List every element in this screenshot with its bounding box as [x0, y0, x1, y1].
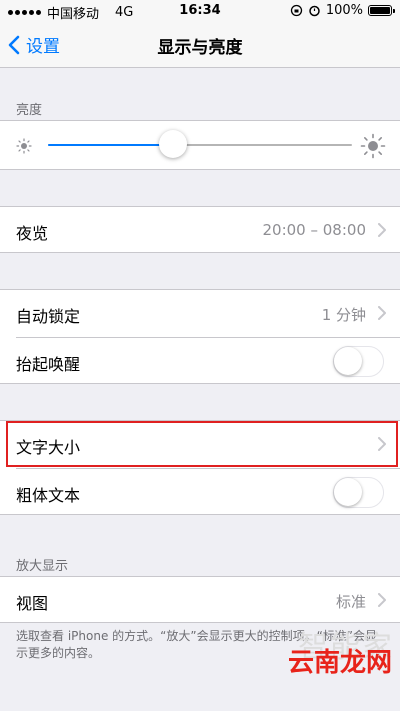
- text-size-label: 文字大小: [16, 438, 81, 457]
- navigation-bar: 设置 显示与亮度: [0, 22, 400, 68]
- raise-to-wake-row: 抬起唤醒: [0, 338, 400, 385]
- text-size-row[interactable]: 文字大小: [0, 421, 400, 468]
- chevron-right-icon: [378, 437, 386, 451]
- view-value: 标准: [335, 593, 366, 611]
- toggle-knob: [334, 478, 362, 506]
- chevron-right-icon: [378, 306, 386, 320]
- status-right: 100%: [290, 3, 395, 18]
- chevron-right-icon: [378, 223, 386, 237]
- view-label: 视图: [16, 594, 49, 613]
- night-shift-row[interactable]: 夜览 20:00 – 08:00: [0, 207, 400, 254]
- battery-icon: [368, 5, 395, 16]
- night-shift-group: 夜览 20:00 – 08:00: [0, 206, 400, 253]
- night-shift-value: 20:00 – 08:00: [262, 221, 367, 239]
- brightness-slider[interactable]: [48, 130, 352, 158]
- auto-lock-label: 自动锁定: [16, 307, 81, 326]
- raise-to-wake-label: 抬起唤醒: [16, 355, 81, 374]
- auto-lock-row[interactable]: 自动锁定 1 分钟: [0, 290, 400, 337]
- brightness-group: [0, 120, 400, 170]
- text-group: 文字大小 粗体文本: [0, 420, 400, 515]
- brightness-slider-fill: [48, 144, 173, 146]
- zoom-header: 放大显示: [16, 559, 69, 574]
- zoom-group: 视图 标准: [0, 576, 400, 623]
- auto-lock-value: 1 分钟: [321, 306, 366, 324]
- alarm-icon: [309, 5, 320, 17]
- watermark-text: 云南龙网: [287, 648, 392, 678]
- night-shift-label: 夜览: [16, 224, 49, 243]
- status-bar: 中国移动 4G 16:34 100%: [0, 0, 400, 22]
- bold-text-row: 粗体文本: [0, 469, 400, 516]
- raise-to-wake-toggle[interactable]: [333, 346, 384, 377]
- bold-text-label: 粗体文本: [16, 486, 81, 505]
- chevron-right-icon: [378, 593, 386, 607]
- bold-text-toggle[interactable]: [333, 477, 384, 508]
- battery-percent: 100%: [325, 3, 363, 18]
- brightness-slider-thumb[interactable]: [158, 130, 187, 158]
- toggle-knob: [334, 347, 362, 375]
- orientation-lock-icon: [290, 4, 302, 17]
- sun-small-icon: [16, 138, 32, 154]
- lock-group: 自动锁定 1 分钟 抬起唤醒: [0, 289, 400, 384]
- view-row[interactable]: 视图 标准: [0, 577, 400, 624]
- sun-large-icon: [360, 133, 386, 159]
- brightness-header: 亮度: [16, 103, 43, 118]
- page-title: 显示与亮度: [157, 38, 243, 58]
